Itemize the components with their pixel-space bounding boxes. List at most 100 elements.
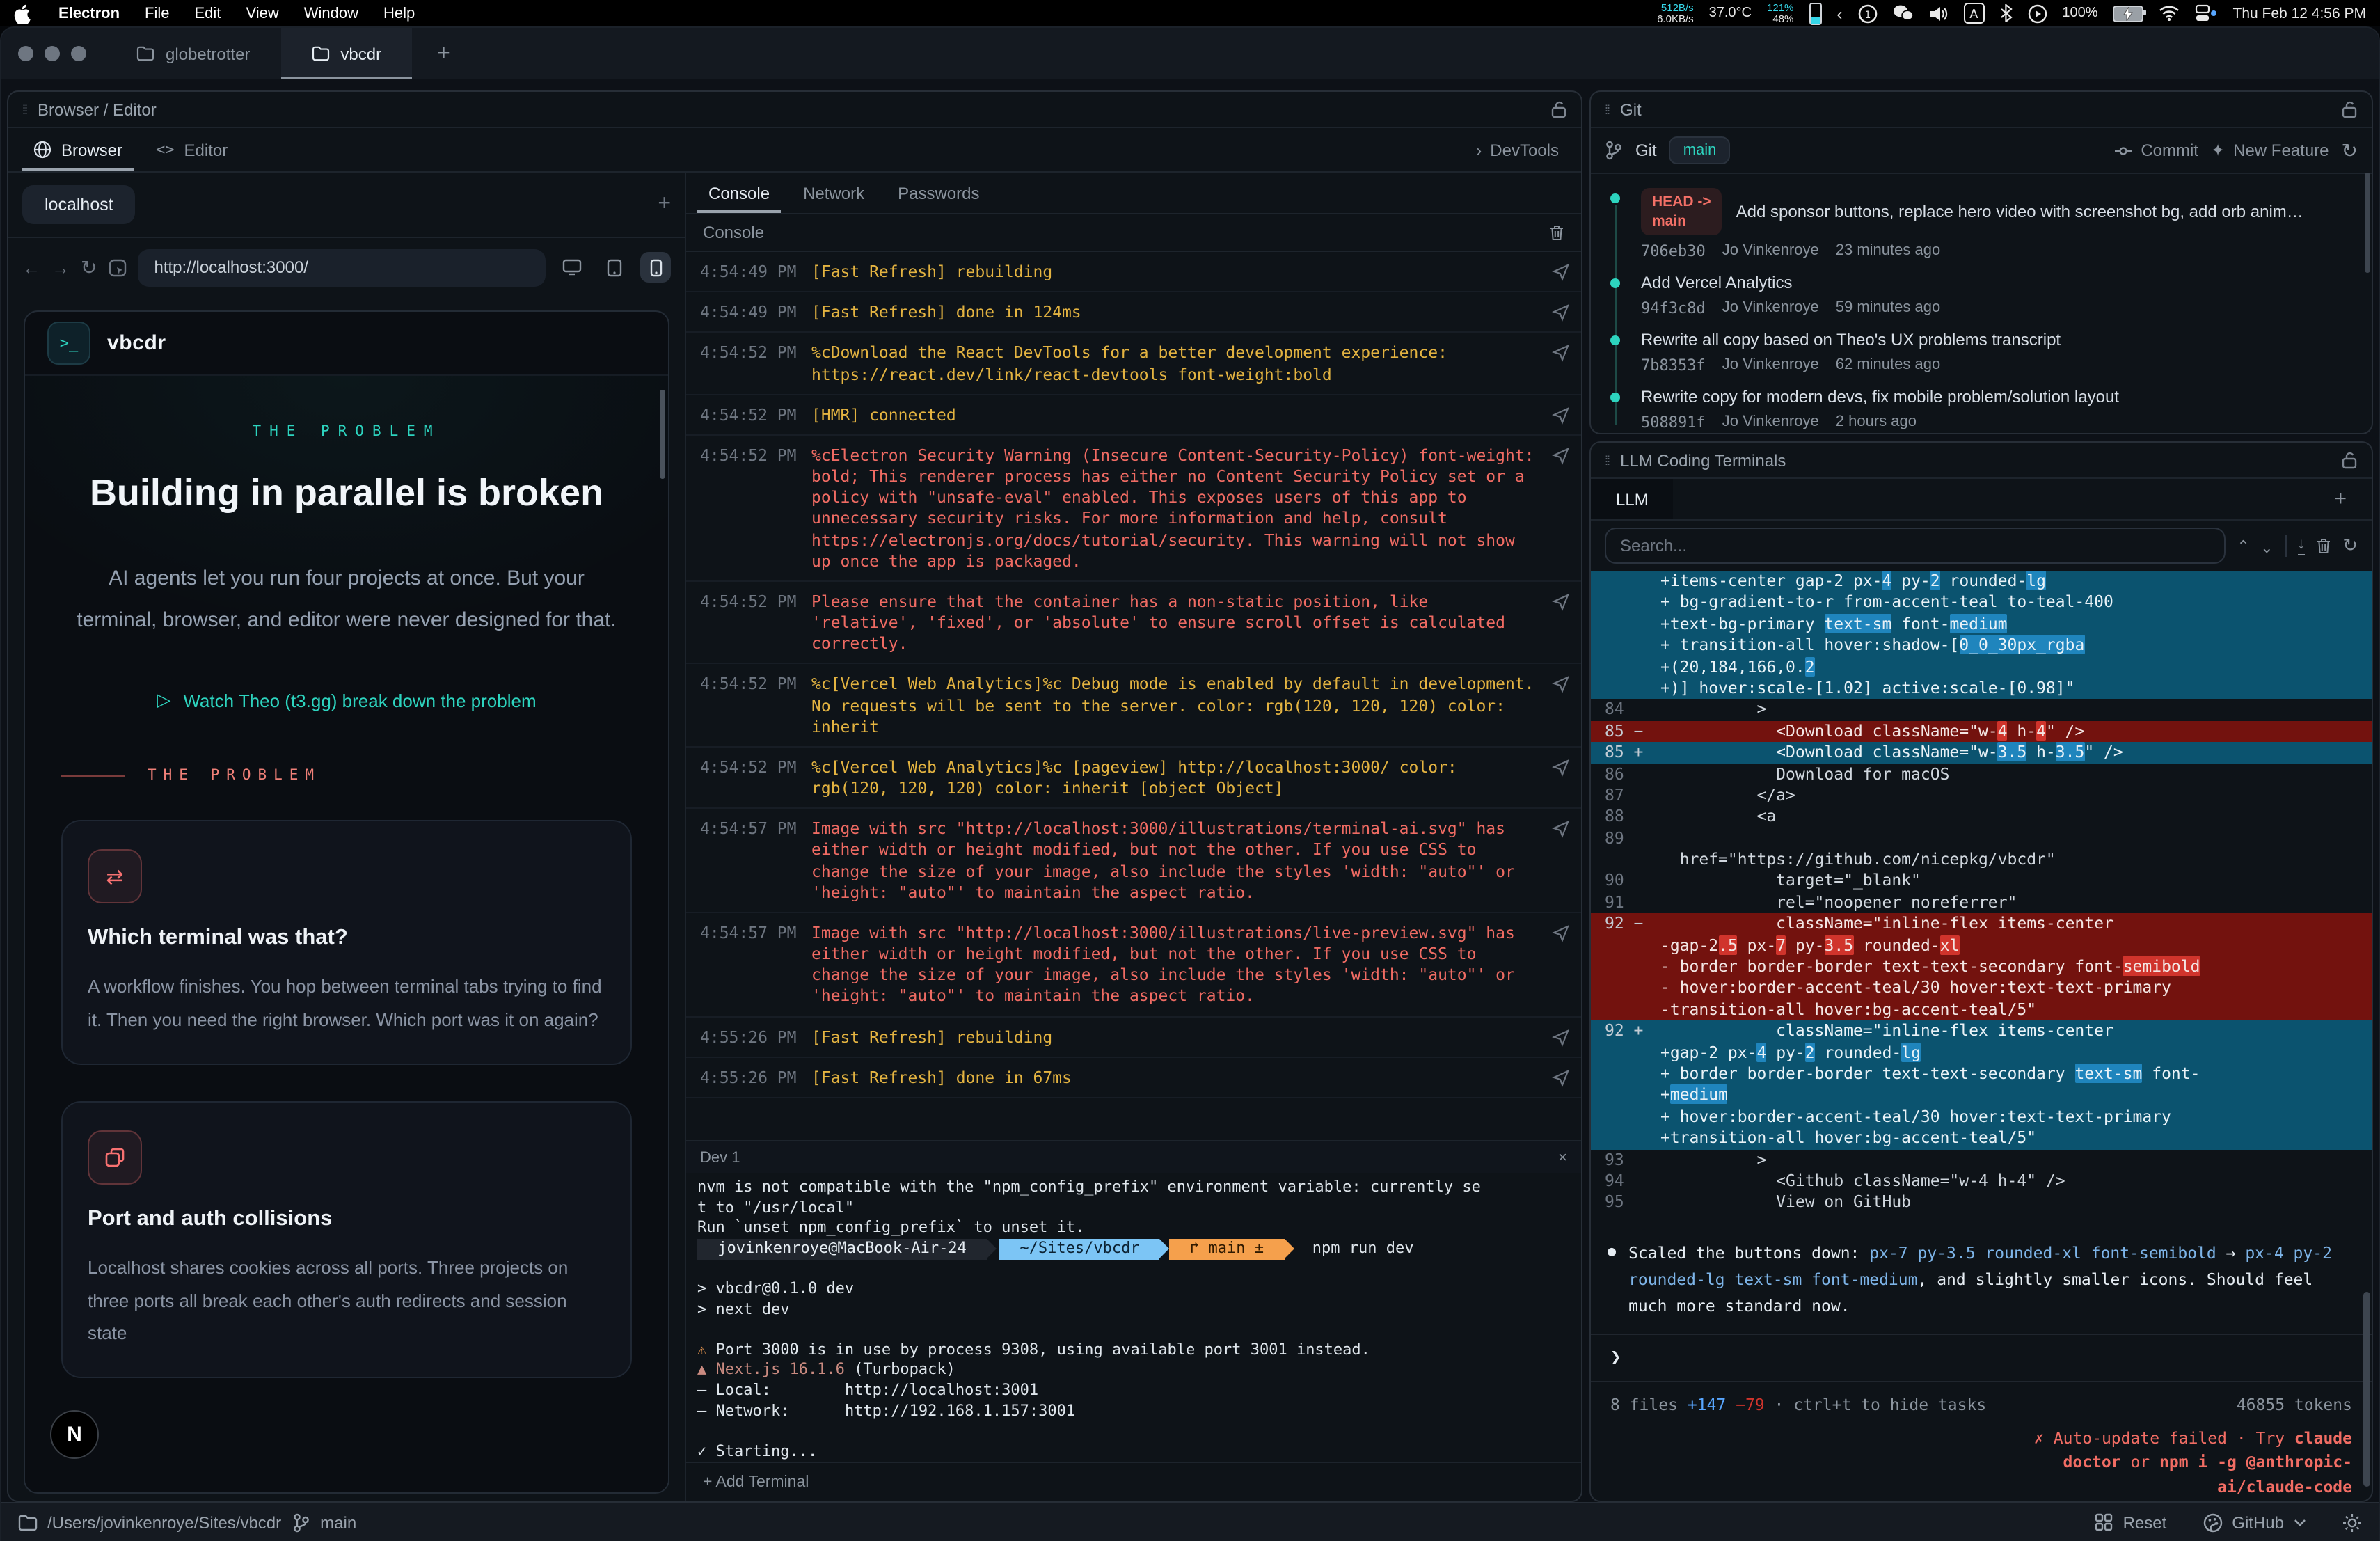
diff-row: 90 target="_blank" [1591,871,2372,892]
open-external-icon[interactable] [108,258,126,276]
commit-list[interactable]: HEAD -> mainAdd sponsor buttons, replace… [1591,174,2372,433]
back-button[interactable]: ← [22,257,40,278]
commit-button[interactable]: Commit [2114,141,2198,160]
localhost-tab[interactable]: localhost [22,185,136,224]
url-input[interactable]: http://localhost:3000/ [137,248,546,286]
reset-button[interactable]: Reset [2095,1512,2167,1532]
close-window-button[interactable] [18,46,33,61]
nextjs-badge[interactable]: N [50,1410,99,1459]
tab-browser[interactable]: Browser [17,128,139,171]
preview-scrollbar[interactable] [660,390,665,479]
commit-item[interactable]: HEAD -> mainAdd sponsor buttons, replace… [1641,188,2358,261]
search-next-icon[interactable]: ⌃ [2261,537,2274,555]
wechat-icon[interactable] [1892,4,1913,22]
diff-row: 94 <Github className="w-4 h-4" /> [1591,1171,2372,1192]
menu-item-help[interactable]: Help [371,5,427,22]
devtools-tab-console[interactable]: Console [692,173,786,213]
commit-item[interactable]: Add Vercel Analytics94f3c8dJo Vinkenroye… [1641,274,2358,318]
project-path[interactable]: /Users/jovinkenroye/Sites/vbcdr [18,1512,281,1532]
bluetooth-icon[interactable] [1999,4,2012,22]
send-icon[interactable] [1552,819,1570,903]
apple-icon[interactable] [14,4,32,22]
drag-handle-icon[interactable]: ⁞⁞ [22,102,26,116]
unlock-icon[interactable] [2341,100,2358,118]
light-mode-toggle[interactable] [2342,1512,2362,1532]
card-body: A workflow finishes. You hop between ter… [88,971,605,1036]
wifi-icon[interactable] [2159,6,2180,21]
send-icon[interactable] [1552,262,1570,283]
search-input[interactable] [1605,528,2226,564]
new-feature-button[interactable]: ✦ New Feature [2211,141,2329,160]
drag-handle-icon[interactable]: ⁞⁞ [1605,102,1609,116]
console-log-list[interactable]: 4:54:49 PM[Fast Refresh] rebuilding4:54:… [686,252,1581,1140]
menu-item-electron[interactable]: Electron [46,5,132,22]
terminal-title: Dev 1 [700,1149,740,1166]
unlock-icon[interactable] [2341,451,2358,469]
menu-item-file[interactable]: File [132,5,182,22]
git-scrollbar[interactable] [2365,173,2370,273]
diff-view[interactable]: +items-center gap-2 px-4 py-2 rounded-lg… [1591,571,2372,1223]
llm-scrollbar[interactable] [2363,1292,2370,1487]
devtools-tab-passwords[interactable]: Passwords [881,173,996,213]
new-tab-button[interactable]: + [412,28,475,79]
current-branch[interactable]: main [292,1512,356,1532]
menu-item-view[interactable]: View [233,5,291,22]
trash-icon[interactable] [2316,537,2331,554]
menu-item-edit[interactable]: Edit [182,5,234,22]
commit-time: 2 hours ago [1836,414,1917,432]
drag-handle-icon[interactable]: ⁞⁞ [1605,453,1609,467]
tab-llm[interactable]: LLM [1591,479,1674,519]
add-llm-terminal-button[interactable]: + [2309,479,2372,519]
stage-manager-icon[interactable] [2196,4,2218,22]
add-browser-tab-button[interactable]: + [658,192,671,217]
play-circle-icon[interactable] [2027,3,2047,23]
reload-button[interactable]: ↻ [81,255,97,279]
send-icon[interactable] [1552,343,1570,386]
add-terminal-button[interactable]: + Add Terminal [703,1473,809,1490]
close-terminal-button[interactable]: × [1558,1149,1567,1166]
commit-meta: 7b8353fJo Vinkenroye62 minutes ago [1641,357,2358,375]
chevron-left-icon[interactable]: ‹ [1836,3,1842,23]
window-tab-vbcdr[interactable]: vbcdr [280,28,412,79]
forward-button[interactable]: → [51,257,70,278]
zoom-window-button[interactable] [71,46,86,61]
diff-line-number: 90 [1591,871,1660,892]
watch-link[interactable]: ▷ Watch Theo (t3.gg) break down the prob… [61,690,632,712]
send-icon[interactable] [1552,445,1570,572]
minimize-window-button[interactable] [45,46,60,61]
commit-item[interactable]: Rewrite all copy based on Theo's UX prob… [1641,331,2358,375]
device-phone-button[interactable] [640,252,671,283]
send-icon[interactable] [1552,757,1570,800]
send-icon[interactable] [1552,923,1570,1007]
commit-item[interactable]: Rewrite copy for modern devs, fix mobile… [1641,388,2358,432]
tab-editor[interactable]: <> Editor [139,128,244,171]
download-icon[interactable]: ↓ [2297,536,2305,555]
devtools-tab-network[interactable]: Network [786,173,881,213]
llm-prompt[interactable]: ❯ [1591,1333,2372,1382]
send-icon[interactable] [1552,302,1570,323]
clear-console-icon[interactable] [1549,224,1564,241]
search-prev-icon[interactable]: ⌃ [2237,537,2249,555]
refresh-icon[interactable]: ↻ [2342,139,2358,162]
traffic-lights[interactable] [1,28,106,79]
device-tablet-button[interactable] [598,252,629,283]
send-icon[interactable] [1552,404,1570,425]
device-desktop-button[interactable] [557,252,587,283]
menu-clock[interactable]: Thu Feb 12 4:56 PM [2233,5,2366,22]
window-tab-globetrotter[interactable]: globetrotter [106,28,280,79]
theme-select[interactable]: GitHub [2203,1512,2306,1532]
devtools-toggle[interactable]: › DevTools [1476,128,1573,171]
send-icon[interactable] [1552,1027,1570,1048]
branch-badge[interactable]: main [1669,136,1731,164]
volume-icon[interactable] [1928,5,1948,22]
menu-item-window[interactable]: Window [292,5,371,22]
unlock-icon[interactable] [1550,100,1567,118]
input-source-icon[interactable]: A [1963,3,1984,24]
terminal-output[interactable]: nvm is not compatible with the "npm_conf… [686,1173,1581,1462]
send-icon[interactable] [1552,592,1570,655]
browser-app-icon[interactable]: 1 [1857,3,1877,23]
log-message: %c[Vercel Web Analytics]%c [pageview] ht… [811,757,1541,800]
refresh-icon[interactable]: ↻ [2342,535,2358,557]
send-icon[interactable] [1552,1068,1570,1089]
send-icon[interactable] [1552,674,1570,738]
